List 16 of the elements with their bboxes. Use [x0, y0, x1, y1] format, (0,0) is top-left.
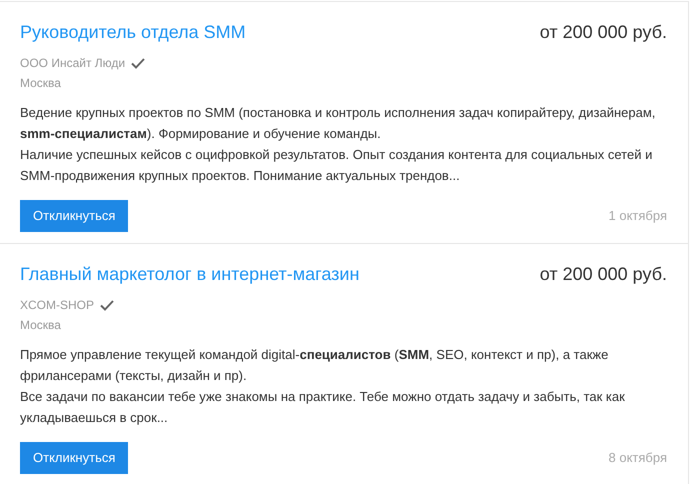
respond-button[interactable]: Откликнуться	[20, 442, 128, 474]
salary: от 200 000 руб.	[540, 21, 667, 44]
publish-date: 1 октября	[608, 207, 667, 226]
vacancy-description: Наличие успешных кейсов с оцифровкой результатов. Опыт создания контента для социальных сетей и SMM-продвижения крупных проектов. Понимание актуальных трендов...	[20, 146, 654, 185]
vacancy-description: Все задачи по вакансии тебе уже знакомы на практике. Тебе можно отдать задачу и забыть, так как укладываешься в срок...	[20, 388, 626, 427]
publish-date: 8 октября	[608, 449, 667, 468]
city: Москва	[20, 75, 62, 92]
city: Москва	[20, 317, 62, 334]
salary: от 200 000 руб.	[540, 263, 667, 286]
company-name: ООО Инсайт Люди	[20, 55, 126, 72]
vacancy-title-link[interactable]: Главный маркетолог в интернет-магазин	[20, 261, 360, 288]
vacancy-description: Прямое управление текущей командой digital-специалистов (SMM, SEO, контекст и пр), а также фрилансерами (тексты, дизайн и пр).	[20, 346, 610, 385]
company-name: XCOM-SHOP	[20, 297, 94, 314]
vacancy-title-link[interactable]: Руководитель отдела SMM	[20, 19, 246, 46]
vacancy-description: Ведение крупных проектов по SMM (постановка и контроль исполнения задач копирайтеру, дизайнерам, smm-специалистам). Формирование и обучение команды.	[20, 104, 656, 143]
respond-button[interactable]: Откликнуться	[20, 200, 128, 232]
